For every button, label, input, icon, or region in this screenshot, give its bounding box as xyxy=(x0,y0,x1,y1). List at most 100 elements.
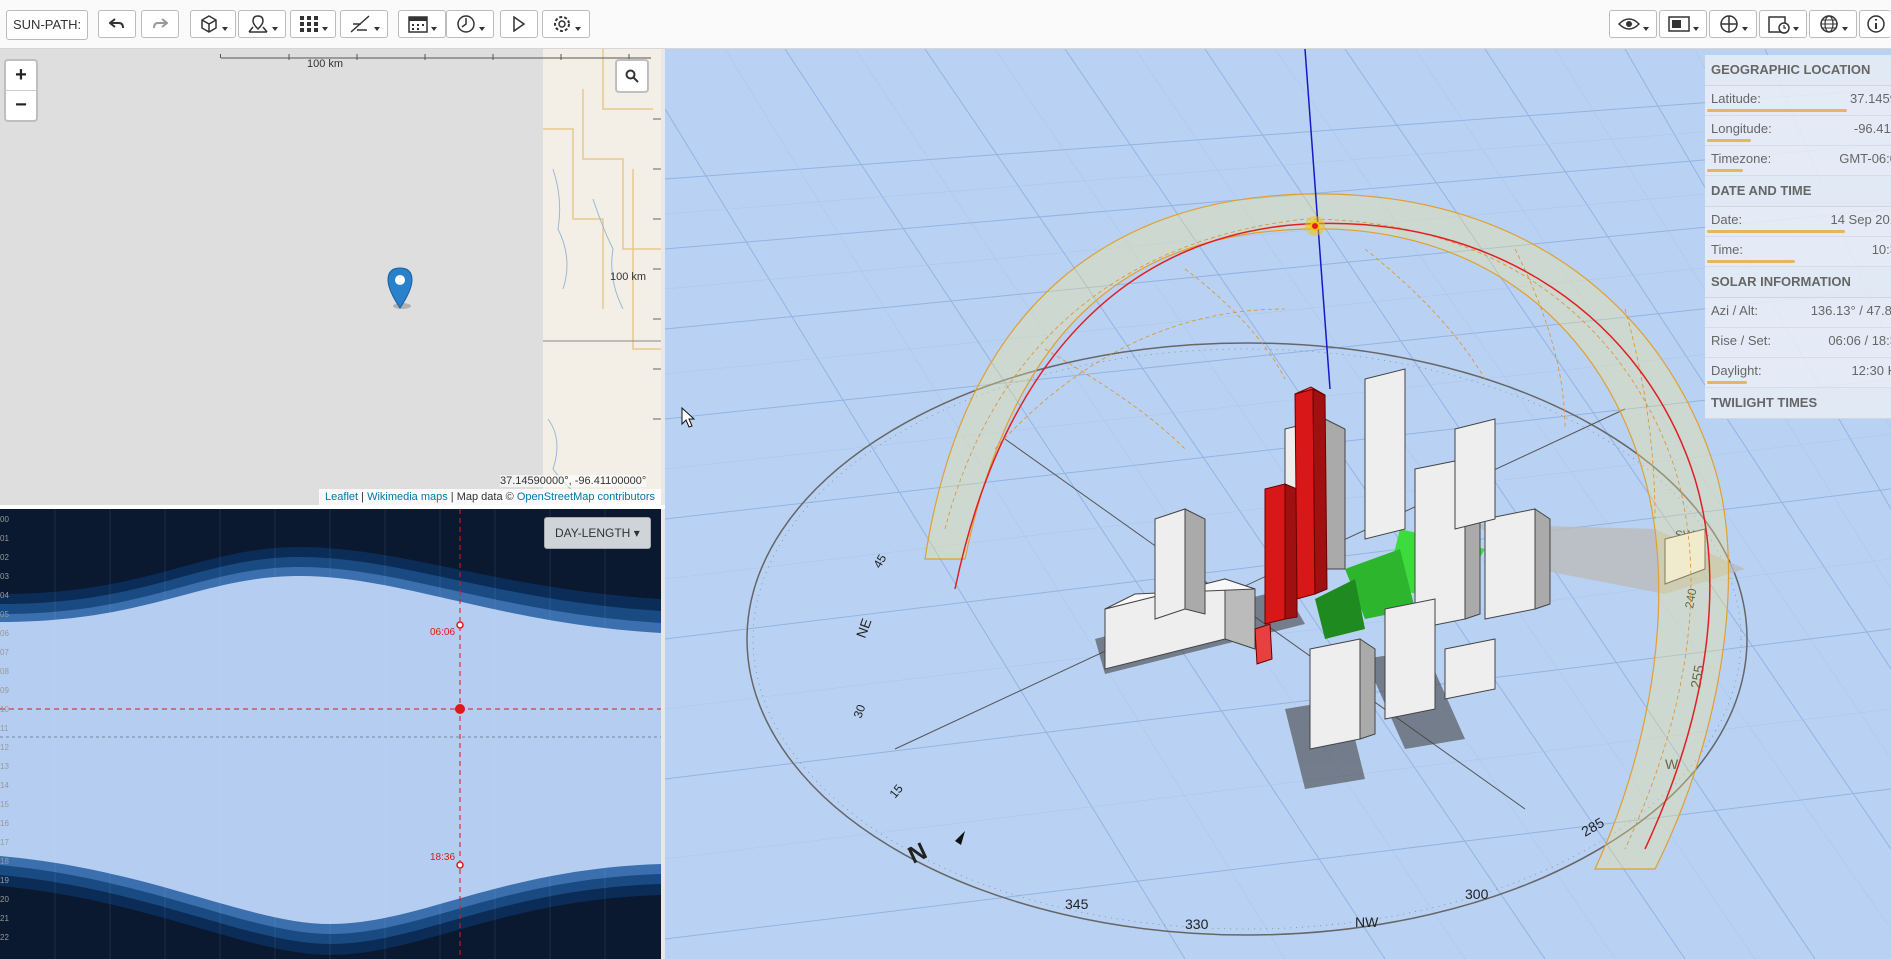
hour-tick-label: 04 xyxy=(0,591,9,600)
hour-tick-label: 05 xyxy=(0,610,9,619)
time-value: 10:3 xyxy=(1871,242,1891,257)
schedule-icon xyxy=(1767,16,1790,34)
main-toolbar: SUN-PATH: xyxy=(0,0,1891,49)
hour-tick-label: 01 xyxy=(0,534,9,543)
info-button[interactable] xyxy=(1859,10,1891,38)
wikimedia-link[interactable]: Wikimedia maps xyxy=(367,491,448,503)
settings-button[interactable] xyxy=(542,10,590,38)
date-slider[interactable] xyxy=(1707,230,1845,233)
grid-icon xyxy=(299,16,318,32)
hour-tick-label: 06 xyxy=(0,629,9,638)
longitude-slider[interactable] xyxy=(1707,139,1751,142)
attribution-sep-2: | Map data © xyxy=(447,491,517,503)
scale-top-label: 100 km xyxy=(307,58,344,70)
svg-text:N: N xyxy=(904,838,931,870)
play-button[interactable] xyxy=(500,10,538,38)
map-search-button[interactable] xyxy=(615,59,649,93)
time-row[interactable]: Time: 10:3 xyxy=(1705,237,1891,267)
hour-tick-label: 02 xyxy=(0,553,9,562)
hour-tick-label: 08 xyxy=(0,667,9,676)
latitude-label: Latitude: xyxy=(1711,91,1761,106)
azimuth-altitude-value: 136.13° / 47.8° xyxy=(1810,303,1891,318)
map-panel[interactable]: 100 km 100 km + − 37.14590000°, -96.4110… xyxy=(0,49,665,505)
solar-information-title: SOLAR INFORMATION xyxy=(1711,274,1851,289)
hour-tick-label: 09 xyxy=(0,686,9,695)
globe-grid-icon xyxy=(1719,15,1738,33)
redo-icon xyxy=(153,18,168,29)
day-length-chart[interactable]: 06:06 18:36 00 01 02 03 04 05 06 07 08 09 10 11 12 13… xyxy=(0,509,665,959)
calendar-button[interactable] xyxy=(398,10,446,38)
azimuth-altitude-label: Azi / Alt: xyxy=(1711,303,1758,318)
hour-tick-label: 14 xyxy=(0,781,9,790)
hour-tick-label: 11 xyxy=(0,724,9,733)
zoom-out-button[interactable]: − xyxy=(6,90,36,120)
latitude-row[interactable]: Latitude: 37.1459 xyxy=(1705,86,1891,116)
hour-tick-label: 15 xyxy=(0,800,9,809)
clock-icon xyxy=(456,15,475,33)
longitude-value: -96.411 xyxy=(1853,121,1891,136)
longitude-row[interactable]: Longitude: -96.411 xyxy=(1705,116,1891,146)
hour-tick-label: 07 xyxy=(0,648,9,657)
rise-set-label: Rise / Set: xyxy=(1711,333,1771,348)
hour-tick-label: 03 xyxy=(0,572,9,581)
azimuth-altitude-row: Azi / Alt: 136.13° / 47.8° xyxy=(1705,298,1891,328)
map-attribution: Leaflet | Wikimedia maps | Map data © Op… xyxy=(319,489,661,505)
buildings-button[interactable] xyxy=(190,10,236,38)
svg-text:330: 330 xyxy=(1185,916,1209,932)
daylight-label: Daylight: xyxy=(1711,363,1762,378)
timezone-slider[interactable] xyxy=(1707,169,1743,172)
timezone-row[interactable]: Timezone: GMT-06:0 xyxy=(1705,146,1891,176)
clock-button[interactable] xyxy=(446,10,494,38)
svg-text:15: 15 xyxy=(887,781,907,800)
day-length-plot xyxy=(0,509,661,959)
hour-tick-label: 10 xyxy=(0,705,9,714)
day-length-dropdown[interactable]: DAY-LENGTH ▾ xyxy=(544,517,651,549)
play-icon xyxy=(513,16,526,32)
eye-icon xyxy=(1617,18,1640,30)
redo-button[interactable] xyxy=(141,10,179,38)
mouse-cursor-icon xyxy=(681,407,696,428)
daylight-row: Daylight: 12:30 H xyxy=(1705,358,1891,388)
longitude-label: Longitude: xyxy=(1711,121,1772,136)
twilight-times-header[interactable]: TWILIGHT TIMES xyxy=(1705,388,1891,419)
hour-tick-label: 16 xyxy=(0,819,9,828)
timezone-label: Timezone: xyxy=(1711,151,1772,166)
undo-icon xyxy=(109,18,124,29)
display-icon xyxy=(1667,16,1690,32)
hour-tick-label: 13 xyxy=(0,762,9,771)
map-coordinates: 37.14590000°, -96.41100000° xyxy=(500,475,647,487)
location-icon xyxy=(247,15,268,33)
solar-information-header[interactable]: SOLAR INFORMATION xyxy=(1705,267,1891,298)
location-marker-icon[interactable] xyxy=(385,266,415,310)
zoom-control: + − xyxy=(4,59,38,122)
search-icon xyxy=(625,69,639,83)
attribution-sep-1: | xyxy=(358,491,368,503)
leaflet-link[interactable]: Leaflet xyxy=(325,491,358,503)
osm-link[interactable]: OpenStreetMap contributors xyxy=(517,491,655,503)
date-row[interactable]: Date: 14 Sep 201 xyxy=(1705,207,1891,237)
geographic-location-header[interactable]: GEOGRAPHIC LOCATION xyxy=(1705,55,1891,86)
world-button[interactable] xyxy=(1809,10,1857,38)
svg-text:345: 345 xyxy=(1065,896,1089,912)
undo-button[interactable] xyxy=(98,10,136,38)
hour-tick-label: 17 xyxy=(0,838,9,847)
daylight-bar xyxy=(1707,381,1747,384)
date-time-header[interactable]: DATE AND TIME xyxy=(1705,176,1891,207)
chevron-down-icon: ▾ xyxy=(633,526,640,540)
date-time-title: DATE AND TIME xyxy=(1711,183,1812,198)
location-button[interactable] xyxy=(238,10,286,38)
twilight-times-title: TWILIGHT TIMES xyxy=(1711,395,1818,410)
svg-text:300: 300 xyxy=(1465,886,1489,902)
view-button[interactable] xyxy=(1609,10,1657,38)
time-slider[interactable] xyxy=(1707,260,1795,263)
globe-grid-button[interactable] xyxy=(1709,10,1757,38)
grid-button[interactable] xyxy=(290,10,336,38)
time-label: Time: xyxy=(1711,242,1744,257)
latitude-slider[interactable] xyxy=(1707,109,1847,112)
zoom-in-button[interactable]: + xyxy=(6,61,36,90)
rise-set-row: Rise / Set: 06:06 / 18:3 xyxy=(1705,328,1891,358)
schedule-button[interactable] xyxy=(1759,10,1807,38)
draw-button[interactable] xyxy=(340,10,388,38)
display-button[interactable] xyxy=(1659,10,1707,38)
gear-icon xyxy=(553,16,570,32)
